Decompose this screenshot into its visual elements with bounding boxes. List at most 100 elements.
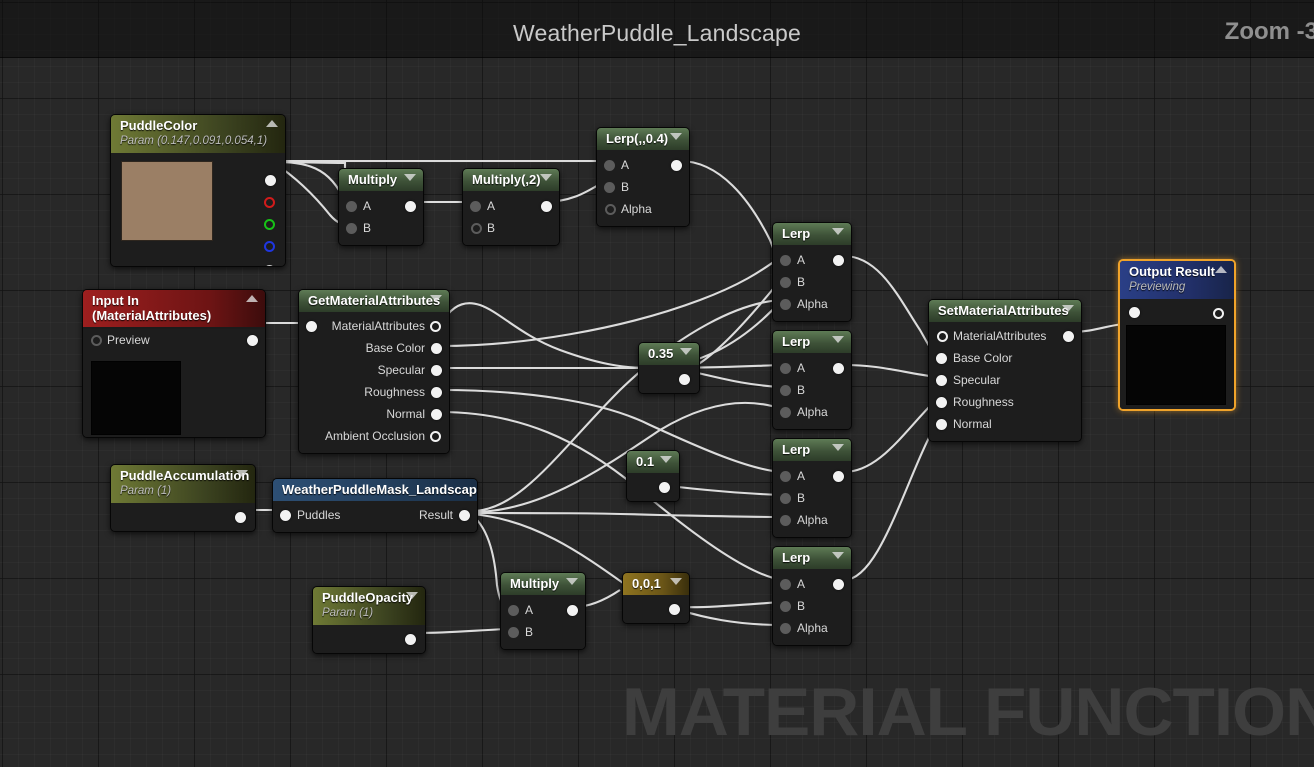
node-header[interactable]: GetMaterialAttributes <box>299 290 449 312</box>
node-input-row[interactable]: A <box>339 195 423 217</box>
pin-in-a[interactable] <box>346 200 357 212</box>
chevron-down-icon[interactable] <box>832 336 844 343</box>
pin-in-alpha[interactable] <box>780 514 791 526</box>
node-input-row[interactable]: B <box>339 217 423 239</box>
pin-in-b[interactable] <box>780 492 791 504</box>
node-header[interactable]: 0,0,1 <box>623 573 689 595</box>
node-input-row[interactable]: A <box>773 465 851 487</box>
pin-out-result[interactable] <box>1213 308 1224 319</box>
chevron-down-icon[interactable] <box>670 578 682 585</box>
chevron-down-icon[interactable] <box>670 133 682 140</box>
pin-in-b[interactable] <box>471 222 482 234</box>
node-header[interactable]: PuddleAccumulation Param (1) <box>111 465 255 503</box>
pin-out-r[interactable] <box>264 197 275 208</box>
node-weather-puddle-mask[interactable]: WeatherPuddleMask_Landscape Puddles Resu… <box>272 478 478 533</box>
node-io-row[interactable]: Puddles Result <box>273 504 477 526</box>
pin-out-value[interactable] <box>679 374 690 385</box>
node-header[interactable]: Multiply <box>339 169 423 191</box>
node-input-row[interactable]: A <box>501 599 585 621</box>
pin-out-normal[interactable] <box>431 408 442 420</box>
chevron-down-icon[interactable] <box>832 228 844 235</box>
chevron-down-icon[interactable] <box>406 592 418 599</box>
node-header[interactable]: Output Result Previewing <box>1120 261 1234 299</box>
node-multiply-3[interactable]: Multiply A B <box>500 572 586 650</box>
pin-out[interactable] <box>833 254 844 266</box>
node-input-row[interactable]: Roughness <box>929 391 1081 413</box>
node-input-row[interactable]: Alpha <box>773 401 851 423</box>
pin-in-b[interactable] <box>780 384 791 396</box>
pin-in-alpha[interactable] <box>780 406 791 418</box>
node-lerp-3[interactable]: Lerp A B Alpha <box>772 438 852 538</box>
pin-out-specular[interactable] <box>431 364 442 376</box>
node-output-row[interactable]: Roughness <box>299 381 449 403</box>
pin-in-a[interactable] <box>780 254 791 266</box>
chevron-down-icon[interactable] <box>430 295 442 302</box>
pin-in-a[interactable] <box>780 578 791 590</box>
material-graph-canvas[interactable]: WeatherPuddle_Landscape Zoom -3 PuddleCo… <box>0 0 1314 767</box>
pin-out-ambient-occlusion[interactable] <box>430 430 441 442</box>
node-input-row[interactable]: Specular <box>929 369 1081 391</box>
node-set-material-attributes[interactable]: SetMaterialAttributes MaterialAttributes… <box>928 299 1082 442</box>
pin-out[interactable] <box>567 604 578 616</box>
pin-in-b[interactable] <box>346 222 357 234</box>
chevron-down-icon[interactable] <box>566 578 578 585</box>
pin-in-result[interactable] <box>1129 307 1140 318</box>
chevron-down-icon[interactable] <box>540 174 552 181</box>
node-header[interactable]: PuddleColor Param (0.147,0.091,0.054,1) <box>111 115 285 153</box>
node-input-row[interactable]: A <box>773 573 851 595</box>
node-input-row[interactable]: B <box>773 271 851 293</box>
node-input-row[interactable]: Alpha <box>773 293 851 315</box>
node-input-in[interactable]: Input In (MaterialAttributes) Preview <box>82 289 266 438</box>
pin-out-base-color[interactable] <box>431 342 442 354</box>
node-output-row[interactable]: Normal <box>299 403 449 425</box>
pin-out[interactable] <box>671 159 682 171</box>
pin-out-a[interactable] <box>264 265 275 266</box>
pin-out[interactable] <box>541 200 552 212</box>
node-header[interactable]: 0.35 <box>639 343 699 365</box>
node-lerp-1[interactable]: Lerp A B Alpha <box>772 222 852 322</box>
pin-in-a[interactable] <box>780 470 791 482</box>
pin-out-g[interactable] <box>264 219 275 230</box>
node-header[interactable]: Lerp <box>773 223 851 245</box>
node-input-row[interactable]: Normal <box>929 413 1081 435</box>
chevron-down-icon[interactable] <box>680 348 692 355</box>
node-lerp-4[interactable]: Lerp A B Alpha <box>772 546 852 646</box>
node-const-035[interactable]: 0.35 <box>638 342 700 394</box>
pin-out-result[interactable] <box>459 509 470 521</box>
node-output-row[interactable]: Ambient Occlusion <box>299 425 449 447</box>
node-input-row[interactable]: B <box>773 595 851 617</box>
node-puddle-color[interactable]: PuddleColor Param (0.147,0.091,0.054,1) <box>110 114 286 267</box>
pin-out-b[interactable] <box>264 241 275 252</box>
pin-in-roughness[interactable] <box>936 396 947 408</box>
pin-out[interactable] <box>833 470 844 482</box>
pin-out[interactable] <box>833 578 844 590</box>
node-const-01[interactable]: 0.1 <box>626 450 680 502</box>
chevron-down-icon[interactable] <box>832 444 844 451</box>
pin-in-puddles[interactable] <box>280 509 291 521</box>
chevron-up-icon[interactable] <box>1215 266 1227 273</box>
node-header[interactable]: Multiply <box>501 573 585 595</box>
node-input-row[interactable]: B <box>463 217 559 239</box>
node-multiply-1[interactable]: Multiply A B <box>338 168 424 246</box>
pin-in-a[interactable] <box>604 159 615 171</box>
node-input-row[interactable]: A <box>463 195 559 217</box>
node-input-row[interactable]: A <box>773 249 851 271</box>
node-input-row[interactable]: B <box>773 379 851 401</box>
node-const-001[interactable]: 0,0,1 <box>622 572 690 624</box>
chevron-down-icon[interactable] <box>236 470 248 477</box>
pin-out-materialattributes[interactable] <box>430 320 441 332</box>
pin-in-materialattributes[interactable] <box>937 330 948 342</box>
node-header[interactable]: WeatherPuddleMask_Landscape <box>273 479 477 501</box>
pin-in-a[interactable] <box>508 604 519 616</box>
pin-in-b[interactable] <box>508 626 519 638</box>
node-input-row[interactable]: Base Color <box>929 347 1081 369</box>
node-input-row[interactable]: B <box>597 176 689 198</box>
pin-in-alpha[interactable] <box>605 203 616 215</box>
node-header[interactable]: SetMaterialAttributes <box>929 300 1081 322</box>
pin-out[interactable] <box>833 362 844 374</box>
node-row-preview[interactable]: Preview <box>83 329 265 351</box>
pin-out-roughness[interactable] <box>431 386 442 398</box>
node-input-row[interactable]: MaterialAttributes <box>929 325 1081 347</box>
pin-in-a[interactable] <box>470 200 481 212</box>
chevron-down-icon[interactable] <box>404 174 416 181</box>
